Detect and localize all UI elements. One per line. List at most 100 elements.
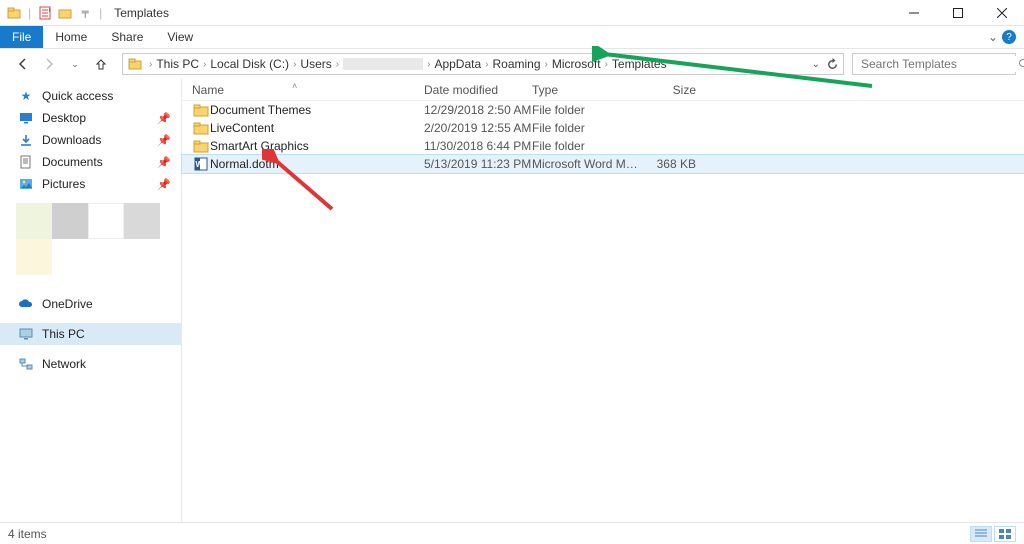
folder-icon bbox=[192, 102, 210, 118]
onedrive-icon bbox=[18, 296, 34, 312]
column-type[interactable]: Type bbox=[532, 83, 642, 97]
back-button[interactable] bbox=[12, 53, 34, 75]
sidebar-item-label: This PC bbox=[42, 327, 85, 341]
sort-indicator-icon: ˄ bbox=[292, 81, 297, 91]
close-button[interactable] bbox=[980, 0, 1024, 26]
file-date: 5/13/2019 11:23 PM bbox=[424, 157, 532, 171]
folder-icon bbox=[192, 120, 210, 136]
forward-button[interactable] bbox=[38, 53, 60, 75]
pin-icon: 📌 bbox=[157, 156, 171, 169]
sidebar-downloads[interactable]: Downloads 📌 bbox=[0, 129, 181, 151]
network-icon bbox=[18, 356, 34, 372]
downloads-icon bbox=[18, 132, 34, 148]
sidebar-pictures[interactable]: Pictures 📌 bbox=[0, 173, 181, 195]
sidebar-item-label: Documents bbox=[42, 155, 103, 169]
file-name: SmartArt Graphics bbox=[210, 139, 424, 153]
file-name: Document Themes bbox=[210, 103, 424, 117]
list-item[interactable]: Document Themes12/29/2018 2:50 AMFile fo… bbox=[182, 101, 1024, 119]
crumb-this-pc[interactable]: This PC› bbox=[156, 57, 210, 71]
recent-thumbnails bbox=[0, 195, 181, 239]
navigation-pane: ★ Quick access Desktop 📌 Downloads 📌 Doc… bbox=[0, 79, 182, 522]
file-type: File folder bbox=[532, 121, 642, 135]
sidebar-item-label: Pictures bbox=[42, 177, 85, 191]
sidebar-quick-access[interactable]: ★ Quick access bbox=[0, 85, 181, 107]
sidebar-this-pc[interactable]: This PC bbox=[0, 323, 181, 345]
sidebar-item-label: Downloads bbox=[42, 133, 101, 147]
tab-home[interactable]: Home bbox=[43, 26, 99, 48]
folder-icon bbox=[192, 138, 210, 154]
crumb-roaming[interactable]: Roaming› bbox=[492, 57, 551, 71]
view-large-icons-button[interactable] bbox=[994, 526, 1016, 542]
up-button[interactable] bbox=[90, 53, 112, 75]
desktop-icon bbox=[18, 110, 34, 126]
separator: | bbox=[28, 6, 31, 20]
thumbnail[interactable] bbox=[124, 203, 160, 239]
crumb-templates[interactable]: Templates bbox=[612, 57, 667, 71]
titlebar: | ╤ | Templates bbox=[0, 0, 1024, 26]
sidebar-documents[interactable]: Documents 📌 bbox=[0, 151, 181, 173]
folder-icon bbox=[6, 5, 22, 21]
refresh-icon[interactable] bbox=[826, 58, 839, 71]
file-date: 11/30/2018 6:44 PM bbox=[424, 139, 532, 153]
maximize-button[interactable] bbox=[936, 0, 980, 26]
crumb-appdata[interactable]: AppData› bbox=[434, 57, 492, 71]
window-title: Templates bbox=[114, 6, 169, 20]
pictures-icon bbox=[18, 176, 34, 192]
file-date: 2/20/2019 12:55 AM bbox=[424, 121, 532, 135]
recent-locations-button[interactable]: ⌄ bbox=[64, 53, 86, 75]
thumbnail[interactable] bbox=[88, 203, 124, 239]
search-box[interactable] bbox=[852, 53, 1016, 75]
thumbnail[interactable] bbox=[52, 203, 88, 239]
list-item[interactable]: SmartArt Graphics11/30/2018 6:44 PMFile … bbox=[182, 137, 1024, 155]
column-size[interactable]: Size bbox=[642, 83, 706, 97]
column-headers[interactable]: ˄ Name Date modified Type Size bbox=[182, 79, 1024, 101]
tab-file[interactable]: File bbox=[0, 26, 43, 48]
crumb-users[interactable]: Users› bbox=[300, 57, 343, 71]
expand-ribbon-icon[interactable]: ⌄ bbox=[988, 30, 998, 44]
recent-thumbnails bbox=[0, 239, 181, 275]
search-input[interactable] bbox=[859, 56, 1018, 72]
ribbon: File Home Share View ⌄ ? bbox=[0, 26, 1024, 49]
sidebar-item-label: Quick access bbox=[42, 89, 113, 103]
star-icon: ★ bbox=[18, 88, 34, 104]
sidebar-onedrive[interactable]: OneDrive bbox=[0, 293, 181, 315]
file-list-pane: ˄ Name Date modified Type Size Document … bbox=[182, 79, 1024, 522]
tab-share[interactable]: Share bbox=[99, 26, 155, 48]
word-file-icon: W bbox=[192, 156, 210, 172]
crumb-local-disk[interactable]: Local Disk (C:)› bbox=[210, 57, 300, 71]
view-details-button[interactable] bbox=[970, 526, 992, 542]
sidebar-network[interactable]: Network bbox=[0, 353, 181, 375]
address-bar[interactable]: › This PC› Local Disk (C:)› Users› › App… bbox=[122, 53, 844, 75]
file-name: LiveContent bbox=[210, 121, 424, 135]
status-bar: 4 items bbox=[0, 522, 1024, 544]
file-size: 368 KB bbox=[642, 157, 706, 171]
address-dropdown-icon[interactable]: ⌄ bbox=[812, 59, 820, 70]
sidebar-desktop[interactable]: Desktop 📌 bbox=[0, 107, 181, 129]
this-pc-icon bbox=[18, 326, 34, 342]
pin-icon: 📌 bbox=[157, 112, 171, 125]
minimize-button[interactable] bbox=[892, 0, 936, 26]
folder-small-icon[interactable] bbox=[57, 5, 73, 21]
help-icon[interactable]: ? bbox=[1002, 30, 1016, 44]
nav-row: ⌄ › This PC› Local Disk (C:)› Users› › A… bbox=[0, 49, 1024, 79]
sidebar-item-label: Desktop bbox=[42, 111, 86, 125]
search-icon[interactable] bbox=[1018, 58, 1024, 70]
pin-icon: 📌 bbox=[157, 178, 171, 191]
column-name[interactable]: Name bbox=[192, 83, 424, 97]
column-date[interactable]: Date modified bbox=[424, 83, 532, 97]
crumb-user-redacted[interactable]: › bbox=[343, 58, 434, 70]
crumb-microsoft[interactable]: Microsoft› bbox=[552, 57, 612, 71]
qat-dropdown-icon[interactable]: ╤ bbox=[77, 5, 93, 21]
file-name: Normal.dotm bbox=[210, 157, 424, 171]
properties-icon[interactable] bbox=[37, 5, 53, 21]
file-date: 12/29/2018 2:50 AM bbox=[424, 103, 532, 117]
list-item[interactable]: LiveContent2/20/2019 12:55 AMFile folder bbox=[182, 119, 1024, 137]
pin-icon: 📌 bbox=[157, 134, 171, 147]
thumbnail[interactable] bbox=[16, 239, 52, 275]
list-item[interactable]: WNormal.dotm5/13/2019 11:23 PMMicrosoft … bbox=[182, 155, 1024, 173]
separator: | bbox=[99, 6, 102, 20]
svg-text:W: W bbox=[196, 160, 204, 169]
thumbnail[interactable] bbox=[16, 203, 52, 239]
tab-view[interactable]: View bbox=[155, 26, 205, 48]
file-type: File folder bbox=[532, 103, 642, 117]
